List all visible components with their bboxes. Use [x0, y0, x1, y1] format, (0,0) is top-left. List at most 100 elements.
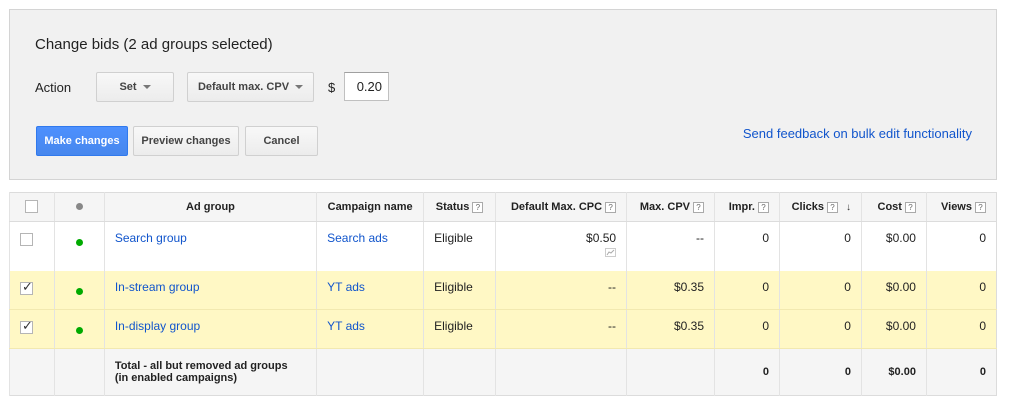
help-icon[interactable]: ?: [975, 201, 986, 213]
feedback-link[interactable]: Send feedback on bulk edit functionality: [743, 126, 972, 141]
status-cell: Eligible: [423, 309, 496, 349]
status-cell: Eligible: [423, 270, 496, 310]
row-select-cell: [9, 309, 55, 349]
max-cpv-cell[interactable]: $0.35: [626, 309, 715, 349]
header-status-label: Status: [435, 201, 470, 213]
default-max-cpc-cell[interactable]: $0.50: [495, 221, 627, 271]
campaign-link[interactable]: YT ads: [327, 280, 365, 294]
action-label: Action: [35, 80, 72, 95]
totals-label-line1: Total - all but removed ad groups: [114, 360, 288, 372]
header-default-max-cpc-label: Default Max. CPC: [510, 201, 603, 213]
impr-cell: 0: [714, 309, 780, 349]
help-icon[interactable]: ?: [605, 201, 617, 213]
bid-type-select[interactable]: Default max. CPV: [187, 72, 314, 102]
ad-group-link[interactable]: In-display group: [115, 319, 200, 333]
default-max-cpc-cell[interactable]: --: [495, 309, 627, 349]
header-views[interactable]: Views?: [925, 192, 997, 222]
clicks-cell: 0: [779, 221, 862, 271]
chevron-down-icon: [142, 85, 151, 89]
totals-clicks: 0: [779, 348, 862, 396]
select-all-checkbox[interactable]: [25, 200, 39, 213]
header-campaign-name[interactable]: Campaign name: [316, 192, 424, 222]
row-status-cell: [53, 309, 105, 349]
bid-type-select-value: Default max. CPV: [197, 81, 290, 93]
header-default-max-cpc[interactable]: Default Max. CPC?: [495, 192, 627, 222]
ad-group-cell: Search group: [103, 221, 317, 271]
row-status-cell: [53, 221, 105, 271]
chevron-down-icon: [295, 85, 304, 89]
status-dot-icon: [75, 239, 83, 246]
impr-cell: 0: [714, 221, 780, 271]
header-max-cpv[interactable]: Max. CPV?: [626, 192, 715, 222]
views-cell: 0: [925, 270, 997, 310]
clicks-cell: 0: [779, 270, 862, 310]
help-icon[interactable]: ?: [693, 201, 705, 213]
preview-changes-button[interactable]: Preview changes: [133, 126, 239, 156]
row-checkbox[interactable]: [20, 233, 33, 246]
default-max-cpc-cell[interactable]: --: [495, 270, 627, 310]
totals-empty-cell: [626, 348, 715, 396]
totals-empty-cell: [495, 348, 627, 396]
row-select-cell: [9, 221, 55, 271]
totals-select-cell: [9, 348, 55, 396]
panel-title: Change bids (2 ad groups selected): [35, 36, 273, 53]
ad-group-cell: In-display group: [103, 309, 317, 349]
views-cell: 0: [925, 221, 997, 271]
help-icon[interactable]: ?: [826, 201, 838, 213]
header-cost[interactable]: Cost?: [860, 192, 927, 222]
views-cell: 0: [925, 309, 997, 349]
action-select-value: Set: [119, 81, 137, 93]
header-clicks[interactable]: Clicks? ↓: [779, 192, 862, 222]
campaign-link[interactable]: Search ads: [327, 231, 388, 245]
bid-value-input[interactable]: [344, 72, 389, 101]
row-select-cell: [9, 270, 55, 310]
table-row: Search group Search ads Eligible $0.50 -…: [9, 221, 997, 271]
arrow-down-icon: ↓: [845, 202, 851, 213]
totals-empty-cell: [423, 348, 496, 396]
header-cost-label: Cost: [877, 201, 902, 213]
bulk-edit-panel: Change bids (2 ad groups selected) Actio…: [9, 9, 997, 180]
help-icon[interactable]: ?: [758, 201, 769, 213]
cost-cell: $0.00: [860, 270, 927, 310]
ad-group-cell: In-stream group: [103, 270, 317, 310]
header-ad-group-label: Ad group: [186, 201, 235, 213]
campaign-cell: YT ads: [316, 270, 424, 310]
totals-row: Total - all but removed ad groups (in en…: [9, 348, 997, 396]
campaign-cell: YT ads: [316, 309, 424, 349]
ad-group-link[interactable]: Search group: [115, 231, 187, 245]
totals-empty-cell: [316, 348, 424, 396]
make-changes-button[interactable]: Make changes: [36, 126, 128, 156]
campaign-cell: Search ads: [316, 221, 424, 271]
totals-label-line2: (in enabled campaigns): [114, 372, 238, 384]
totals-cost: $0.00: [860, 348, 927, 396]
row-checkbox[interactable]: [20, 318, 33, 334]
header-ad-group[interactable]: Ad group: [103, 192, 317, 222]
help-icon[interactable]: ?: [904, 201, 916, 213]
max-cpv-cell[interactable]: --: [626, 221, 715, 271]
cancel-button[interactable]: Cancel: [245, 126, 318, 156]
status-dot-icon: [75, 327, 83, 334]
header-impr-label: Impr.: [728, 201, 755, 213]
header-views-label: Views: [941, 201, 972, 213]
ad-groups-table: Ad group Campaign name Status? Default M…: [9, 192, 997, 396]
row-status-cell: [53, 270, 105, 310]
totals-label: Total - all but removed ad groups (in en…: [103, 348, 317, 396]
totals-status-cell: [53, 348, 105, 396]
cost-cell: $0.00: [860, 221, 927, 271]
mini-chart-icon[interactable]: [605, 248, 617, 257]
action-select[interactable]: Set: [96, 72, 174, 102]
header-max-cpv-label: Max. CPV: [639, 201, 691, 213]
clicks-cell: 0: [779, 309, 862, 349]
header-campaign-label: Campaign name: [327, 201, 413, 213]
status-dot-icon: [75, 203, 83, 210]
status-dot-header[interactable]: [53, 192, 105, 222]
max-cpv-cell[interactable]: $0.35: [626, 270, 715, 310]
header-status[interactable]: Status?: [423, 192, 496, 222]
help-icon[interactable]: ?: [472, 201, 484, 213]
campaign-link[interactable]: YT ads: [327, 319, 365, 333]
row-checkbox[interactable]: [20, 279, 33, 295]
status-cell: Eligible: [423, 221, 496, 271]
header-impr[interactable]: Impr.?: [714, 192, 780, 222]
ad-group-link[interactable]: In-stream group: [115, 280, 200, 294]
totals-views: 0: [925, 348, 997, 396]
